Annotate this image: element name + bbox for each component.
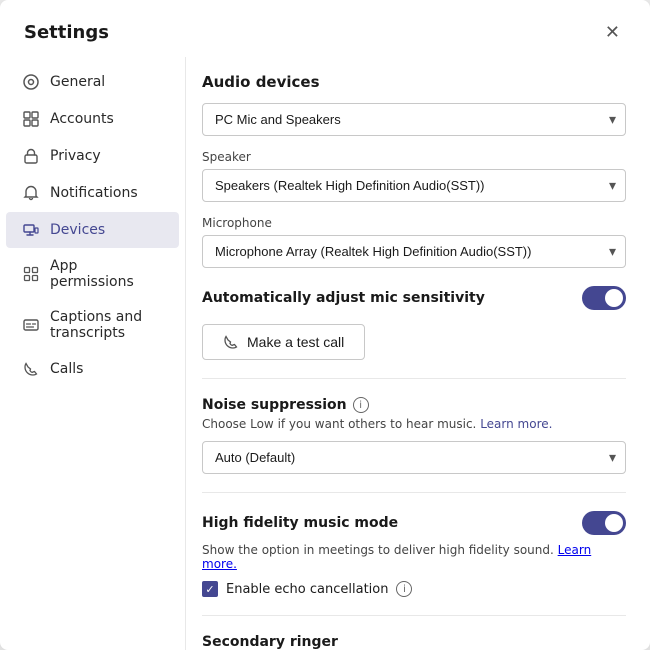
modal-title: Settings: [24, 22, 109, 43]
hifi-title: High fidelity music mode: [202, 515, 398, 531]
audio-device-select[interactable]: PC Mic and Speakers: [202, 103, 626, 136]
noise-select[interactable]: Auto (Default): [202, 441, 626, 474]
devices-icon: [22, 221, 40, 239]
microphone-select-wrapper: Microphone Array (Realtek High Definitio…: [202, 235, 626, 268]
make-call-button[interactable]: Make a test call: [202, 324, 365, 360]
auto-adjust-toggle-knob: [605, 289, 623, 307]
noise-suppression-header: Noise suppression i: [202, 397, 626, 413]
hifi-description: Show the option in meetings to deliver h…: [202, 543, 626, 571]
noise-select-wrapper: Auto (Default) ▾: [202, 441, 626, 474]
sidebar-label-privacy: Privacy: [50, 148, 101, 164]
hifi-toggle-knob: [605, 514, 623, 532]
modal-body: General Accounts: [0, 57, 650, 650]
noise-suppression-title: Noise suppression: [202, 397, 347, 413]
close-icon: ✕: [605, 22, 620, 43]
noise-learn-more-link[interactable]: Learn more.: [480, 417, 552, 431]
divider-1: [202, 378, 626, 379]
auto-adjust-label: Automatically adjust mic sensitivity: [202, 290, 485, 306]
secondary-ringer-title: Secondary ringer: [202, 634, 626, 650]
sidebar-item-captions[interactable]: Captions and transcripts: [6, 300, 179, 350]
close-button[interactable]: ✕: [599, 18, 626, 47]
sidebar-label-captions: Captions and transcripts: [50, 309, 163, 341]
sidebar-item-general[interactable]: General: [6, 64, 179, 100]
noise-info-icon[interactable]: i: [353, 397, 369, 413]
echo-cancellation-row: ✓ Enable echo cancellation i: [202, 581, 626, 597]
settings-modal: Settings ✕ General: [0, 0, 650, 650]
sidebar-label-devices: Devices: [50, 222, 105, 238]
sidebar-label-general: General: [50, 74, 105, 90]
speaker-label: Speaker: [202, 150, 626, 164]
main-content: Audio devices PC Mic and Speakers ▾ Spea…: [185, 57, 650, 650]
sidebar-label-app-permissions: App permissions: [50, 258, 163, 290]
speaker-select[interactable]: Speakers (Realtek High Definition Audio(…: [202, 169, 626, 202]
audio-devices-title: Audio devices: [202, 73, 626, 91]
privacy-icon: [22, 147, 40, 165]
sidebar-label-calls: Calls: [50, 361, 83, 377]
echo-label: Enable echo cancellation: [226, 582, 388, 597]
hifi-toggle-row: High fidelity music mode: [202, 511, 626, 535]
sidebar: General Accounts: [0, 57, 185, 650]
calls-icon: [22, 360, 40, 378]
hifi-section: High fidelity music mode Show the option…: [202, 511, 626, 597]
captions-icon: [22, 316, 40, 334]
notifications-icon: [22, 184, 40, 202]
hifi-toggle[interactable]: [582, 511, 626, 535]
sidebar-item-app-permissions[interactable]: App permissions: [6, 249, 179, 299]
speaker-select-wrapper: Speakers (Realtek High Definition Audio(…: [202, 169, 626, 202]
microphone-select[interactable]: Microphone Array (Realtek High Definitio…: [202, 235, 626, 268]
auto-adjust-toggle[interactable]: [582, 286, 626, 310]
phone-icon: [223, 334, 239, 350]
echo-checkbox[interactable]: ✓: [202, 581, 218, 597]
divider-2: [202, 492, 626, 493]
noise-description: Choose Low if you want others to hear mu…: [202, 417, 626, 431]
checkbox-check-icon: ✓: [205, 584, 214, 595]
modal-header: Settings ✕: [0, 0, 650, 57]
sidebar-label-accounts: Accounts: [50, 111, 114, 127]
app-permissions-icon: [22, 265, 40, 283]
audio-device-select-wrapper: PC Mic and Speakers ▾: [202, 103, 626, 136]
sidebar-item-accounts[interactable]: Accounts: [6, 101, 179, 137]
divider-3: [202, 615, 626, 616]
microphone-label: Microphone: [202, 216, 626, 230]
make-call-label: Make a test call: [247, 334, 344, 350]
sidebar-item-calls[interactable]: Calls: [6, 351, 179, 387]
sidebar-item-privacy[interactable]: Privacy: [6, 138, 179, 174]
sidebar-item-devices[interactable]: Devices: [6, 212, 179, 248]
sidebar-label-notifications: Notifications: [50, 185, 138, 201]
auto-adjust-row: Automatically adjust mic sensitivity: [202, 286, 626, 310]
echo-info-icon[interactable]: i: [396, 581, 412, 597]
general-icon: [22, 73, 40, 91]
sidebar-item-notifications[interactable]: Notifications: [6, 175, 179, 211]
accounts-icon: [22, 110, 40, 128]
